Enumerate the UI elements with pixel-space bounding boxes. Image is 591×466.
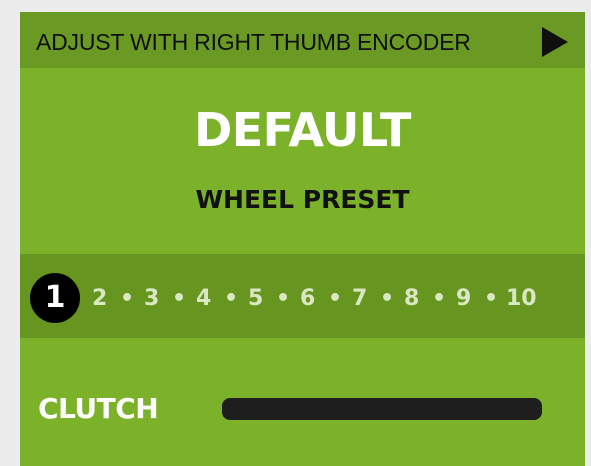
encoder-hint-bar: ADJUST WITH RIGHT THUMB ENCODER [20,12,585,68]
preset-separator: • [224,286,239,311]
preset-item-5[interactable]: 5 [248,284,263,314]
preset-item-7[interactable]: 7 [352,284,367,314]
clutch-bar [222,398,542,420]
preset-separator: • [380,286,395,311]
preset-title: DEFAULT [194,103,411,157]
clutch-label: CLUTCH [38,392,159,425]
preset-separator: • [328,286,343,311]
preset-item-6[interactable]: 6 [300,284,315,314]
preset-item-10[interactable]: 10 [506,284,537,314]
wheel-preset-screen: ADJUST WITH RIGHT THUMB ENCODER DEFAULT … [20,12,585,466]
preset-separator: • [432,286,447,311]
preset-item-active[interactable]: 1 [30,273,80,323]
preset-selector[interactable]: 1 2 • 3 • 4 • 5 • 6 • 7 • 8 • 9 • 10 [20,254,585,338]
preset-item-4[interactable]: 4 [196,284,211,314]
preset-item-3[interactable]: 3 [144,284,159,314]
preset-item-9[interactable]: 9 [456,284,471,314]
preset-separator: • [276,286,291,311]
preset-separator: • [172,286,187,311]
play-arrow-icon [542,27,568,57]
preset-separator: • [484,286,499,311]
preset-separator: • [120,286,135,311]
preset-subtitle: WHEEL PRESET [195,185,410,214]
preset-item-2[interactable]: 2 [92,284,107,314]
preset-item-8[interactable]: 8 [404,284,419,314]
encoder-hint-text: ADJUST WITH RIGHT THUMB ENCODER [36,29,471,55]
